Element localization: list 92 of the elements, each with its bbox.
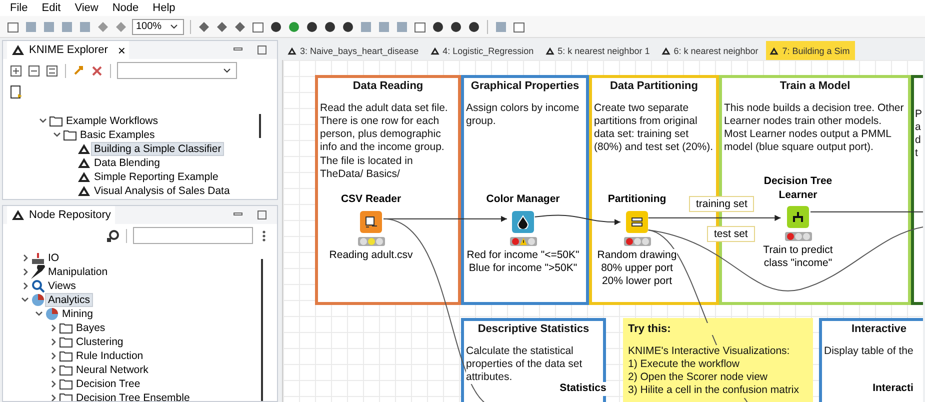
scrollbar <box>259 114 261 138</box>
sync-icon[interactable] <box>72 64 86 78</box>
workflow-icon <box>544 46 555 56</box>
tree-item[interactable]: Clustering <box>73 335 126 349</box>
collapse-icon[interactable] <box>45 64 59 78</box>
node-description: Reading adult.csv <box>329 248 413 262</box>
folder-icon <box>59 363 73 377</box>
search-field[interactable] <box>133 227 253 244</box>
explorer-tab[interactable]: KNIME Explorer × <box>7 41 130 59</box>
tree-item[interactable]: Simple Reporting Example <box>91 170 222 184</box>
toolbar-icon[interactable] <box>215 20 229 34</box>
reader-node-icon[interactable] <box>360 210 382 233</box>
menu-item[interactable]: Help <box>152 2 176 14</box>
annotation-text: This node builds a decision tree. Other Learner nodes train other models. Most Learner nodes output a PMML model (blue square output port). <box>724 102 906 154</box>
folder-icon <box>59 349 73 363</box>
workflow-icon <box>660 46 671 56</box>
tree-item[interactable]: Mining <box>59 307 96 321</box>
unlit-lamp-icon <box>376 238 382 245</box>
tree-item[interactable]: Manipulation <box>45 265 111 279</box>
toolbar-icon[interactable] <box>305 20 319 34</box>
tree-item[interactable]: Data Blending <box>91 156 163 170</box>
learner-node-icon[interactable] <box>787 206 809 228</box>
toolbar-icon[interactable] <box>269 20 283 34</box>
node-description: Random drawing <box>597 248 677 262</box>
triangle-icon <box>77 170 91 184</box>
tree-item[interactable]: Analytics <box>45 293 94 307</box>
triangle-icon <box>77 142 91 156</box>
toolbar-icon[interactable] <box>323 20 337 34</box>
repository-tab[interactable]: Node Repository <box>7 206 115 224</box>
toolbar-icon[interactable] <box>431 20 445 34</box>
tree-item[interactable]: Rule Induction <box>73 349 146 363</box>
triangle-icon <box>11 208 25 222</box>
unlit-lamp-icon <box>528 238 534 245</box>
tree-item[interactable]: Building a Simple Classifier <box>91 142 224 156</box>
menu-item[interactable]: File <box>10 2 28 14</box>
expand-all-icon[interactable] <box>9 64 23 78</box>
toolbar-icon[interactable] <box>413 20 427 34</box>
tree-item[interactable]: Visual Analysis of Sales Data <box>91 184 233 198</box>
caret-icon <box>168 22 180 32</box>
new-workflow-icon[interactable] <box>6 20 20 34</box>
partition-node-icon[interactable] <box>626 210 648 233</box>
node-description: Train to predict <box>763 244 833 258</box>
folder-icon <box>59 335 73 349</box>
zoom-dropdown[interactable]: 100% <box>132 18 184 34</box>
unlit-lamp-icon <box>360 238 366 245</box>
toolbar-icon[interactable] <box>449 20 463 34</box>
workflow-icon <box>769 46 780 56</box>
folder-icon <box>49 114 63 128</box>
document-icon[interactable] <box>9 85 23 99</box>
node-name: Color Manager <box>486 193 560 207</box>
search-icon[interactable] <box>106 228 120 242</box>
toolbar-icon[interactable] <box>512 20 526 34</box>
tree-item[interactable]: Neural Network <box>73 363 152 377</box>
tree-item[interactable]: Decision Tree Ensemble <box>73 391 193 401</box>
workflow-icon <box>287 46 297 56</box>
magnifier-icon <box>31 279 45 293</box>
link-icon[interactable] <box>90 64 104 78</box>
maximize-icon[interactable] <box>255 208 269 222</box>
folder-icon <box>59 321 73 335</box>
caret-icon <box>221 66 233 76</box>
workflow-icon <box>430 46 440 56</box>
collapse-all-icon[interactable] <box>27 64 41 78</box>
menu-item[interactable]: Edit <box>42 2 61 14</box>
tree-item[interactable]: Views <box>45 279 79 293</box>
maximize-icon[interactable] <box>255 43 269 57</box>
node-description: 80% upper port <box>601 262 673 275</box>
menu-item[interactable]: View <box>74 2 98 14</box>
toolbar-icon[interactable] <box>233 20 247 34</box>
node-name: Statistics <box>560 382 606 396</box>
node-description: 20% lower port <box>602 274 672 288</box>
tree-item[interactable]: Basic Examples <box>77 128 158 142</box>
workflow-tab[interactable]: 7: Building a Sim <box>766 41 855 60</box>
toolbar-icon[interactable] <box>251 20 265 34</box>
port-label: training set <box>689 196 754 212</box>
folder-icon <box>59 377 73 391</box>
io-icon <box>31 251 45 265</box>
tree-item[interactable]: Example Workflows <box>63 114 161 128</box>
tree-item[interactable]: Decision Tree <box>73 377 144 391</box>
tree-item[interactable]: Bayes <box>73 321 108 335</box>
close-icon[interactable]: × <box>118 42 126 58</box>
triangle-icon <box>11 43 25 57</box>
triangle-icon <box>77 156 91 170</box>
port-label: test set <box>707 226 755 242</box>
menu-item[interactable]: Node <box>112 2 139 14</box>
folder-icon <box>63 128 77 142</box>
toolbar-icon[interactable] <box>341 20 355 34</box>
tree-item[interactable]: IO <box>45 251 62 265</box>
color-node-icon[interactable] <box>512 210 534 233</box>
node-name: Partitioning <box>608 193 666 207</box>
toolbar-icon[interactable] <box>467 20 481 34</box>
annotation-text: Create two separate partitions from original data set: training set (80%) and test set (20%). <box>594 102 714 154</box>
toolbar-icon[interactable] <box>197 20 211 34</box>
